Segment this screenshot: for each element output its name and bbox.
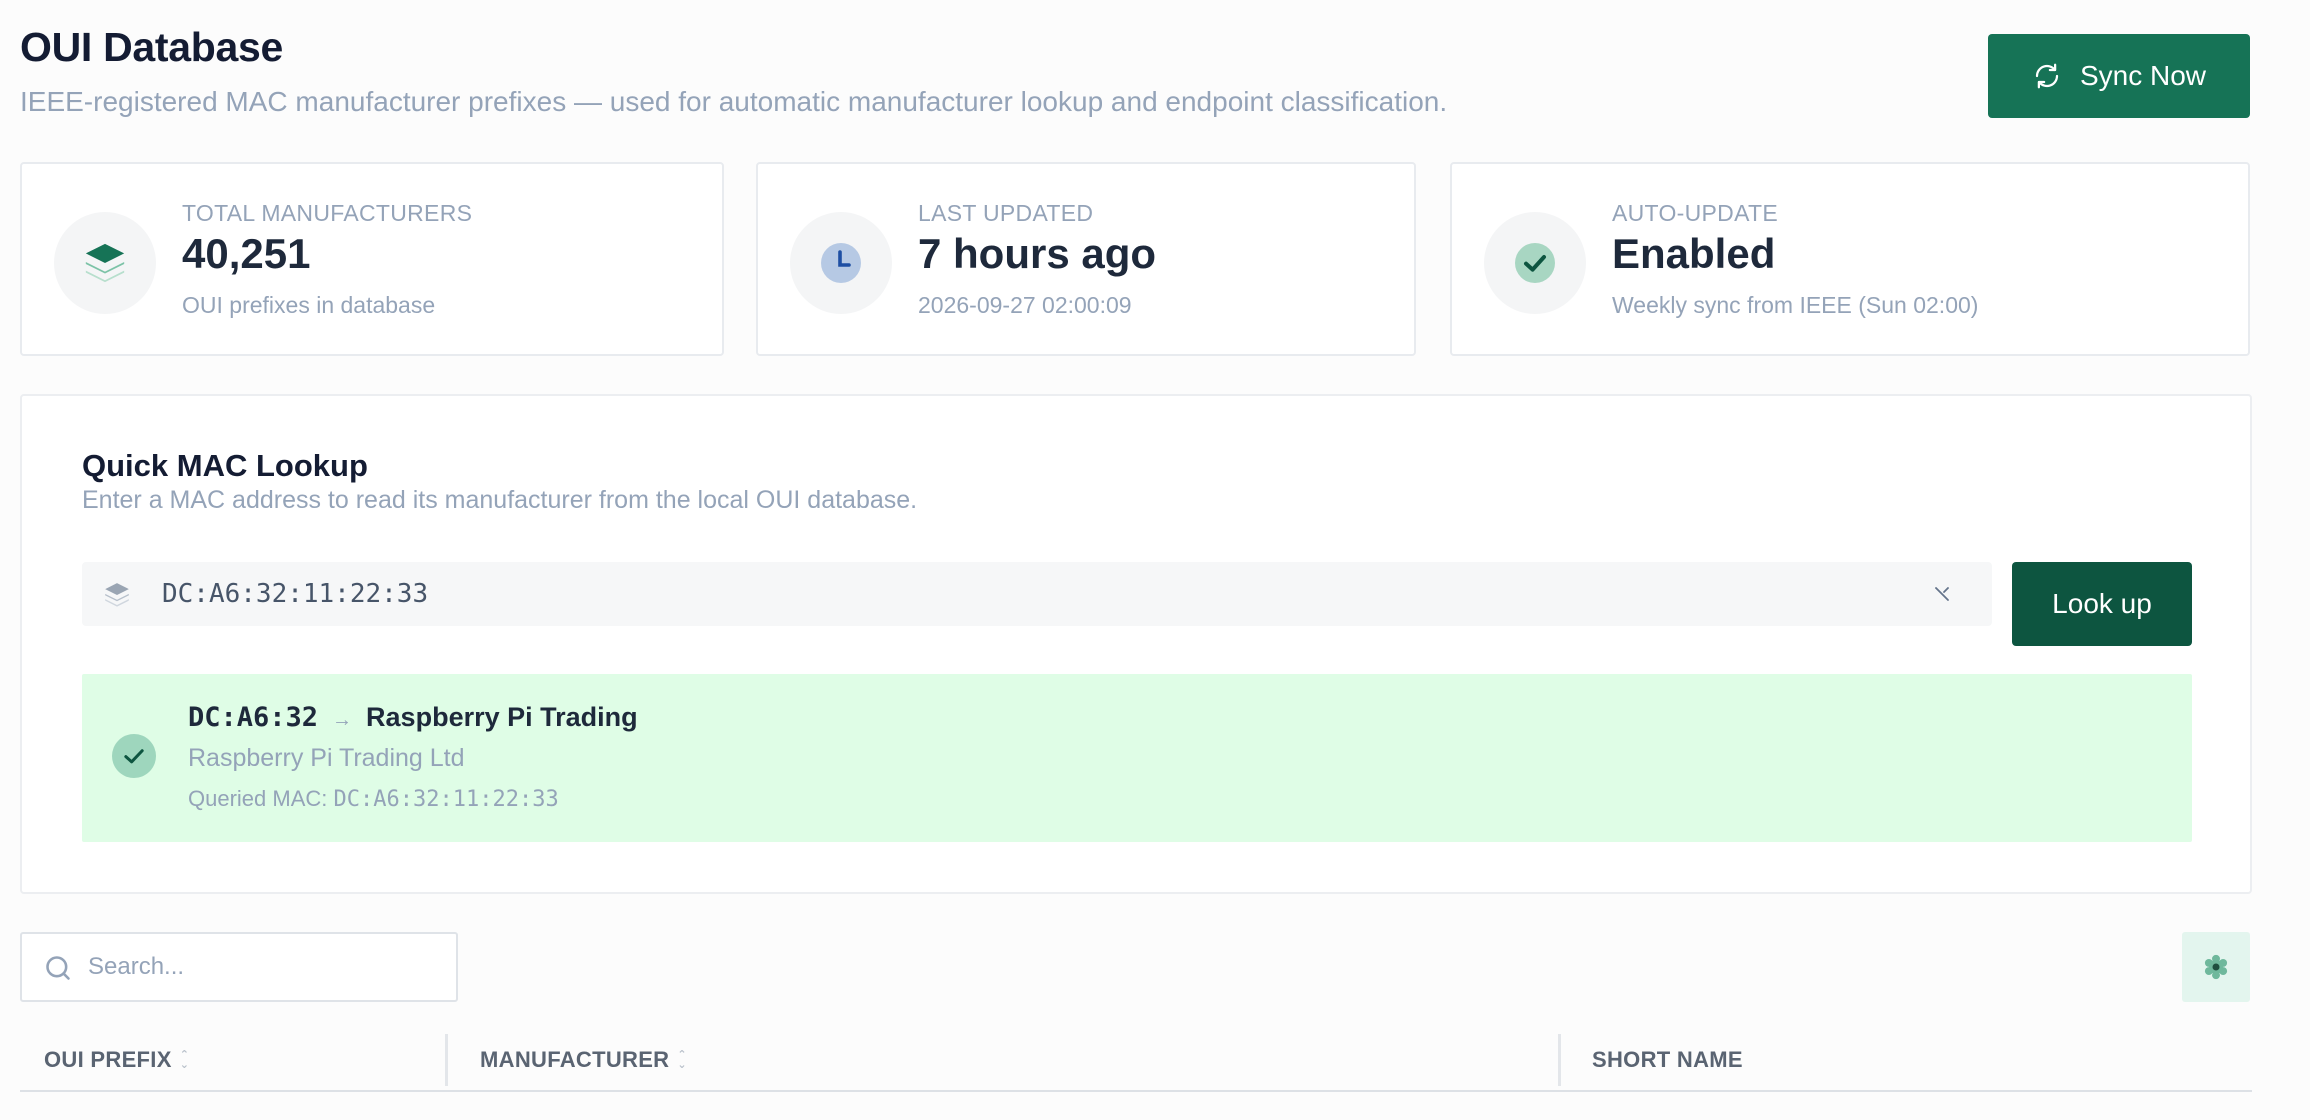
column-label: MANUFACTURER: [480, 1047, 670, 1072]
sync-now-label: Sync Now: [2079, 60, 2207, 91]
stat-label: TOTAL MANUFACTURERS: [182, 200, 473, 226]
sort-icon: ⌃ ⌄: [179, 1049, 190, 1071]
column-divider[interactable]: [1558, 1034, 1561, 1086]
search-input[interactable]: [88, 934, 448, 1000]
sort-icon: ⌃ ⌄: [677, 1049, 687, 1071]
gear-icon: [2204, 954, 2228, 980]
stat-label: LAST UPDATED: [918, 200, 1094, 226]
refresh-icon: [2035, 63, 2059, 89]
stat-value: 40,251: [182, 230, 311, 277]
stat-sub: 2026-09-27 02:00:09: [918, 292, 1132, 318]
lookup-title: Quick MAC Lookup: [82, 448, 368, 483]
stat-sub: OUI prefixes in database: [182, 292, 436, 318]
mac-input-wrapper: [82, 562, 1992, 626]
queried-mac-value: DC:A6:32:11:22:33: [333, 787, 559, 812]
search-icon: [46, 956, 70, 980]
stat-label: AUTO-UPDATE: [1612, 200, 1779, 226]
clock-icon: [790, 212, 892, 314]
result-full-name: Raspberry Pi Trading Ltd: [188, 744, 465, 772]
lookup-subtitle: Enter a MAC address to read its manufact…: [82, 486, 918, 514]
layers-icon: [54, 212, 156, 314]
clear-icon[interactable]: [1932, 584, 1952, 604]
result-heading: DC:A6:32 → Raspberry Pi Trading: [188, 702, 638, 733]
column-header-short-name[interactable]: SHORT NAME: [1592, 1030, 1743, 1090]
table-header: OUI PREFIX ⌃ ⌄ MANUFACTURER ⌃ ⌄ SHORT NAME: [20, 1030, 2252, 1092]
column-header-manufacturer[interactable]: MANUFACTURER ⌃ ⌄: [480, 1030, 687, 1090]
column-divider[interactable]: [445, 1034, 448, 1086]
stat-value: 7 hours ago: [918, 230, 1157, 277]
page-title: OUI Database: [20, 24, 284, 70]
stat-value: Enabled: [1612, 230, 1776, 277]
sync-now-button[interactable]: Sync Now: [1988, 34, 2250, 118]
check-circle-icon: [1484, 212, 1586, 314]
column-label: OUI PREFIX: [44, 1047, 172, 1072]
check-circle-icon: [112, 734, 156, 778]
look-up-button[interactable]: Look up: [2012, 562, 2192, 646]
search-box: [20, 932, 458, 1002]
column-header-oui-prefix[interactable]: OUI PREFIX ⌃ ⌄: [44, 1030, 189, 1090]
stat-card-last-updated: LAST UPDATED 7 hours ago 2026-09-27 02:0…: [756, 162, 1416, 356]
result-queried-mac: Queried MAC: DC:A6:32:11:22:33: [188, 786, 559, 812]
result-oui-prefix: DC:A6:32: [188, 702, 319, 733]
result-short-name: Raspberry Pi Trading: [366, 702, 638, 732]
page-subtitle: IEEE-registered MAC manufacturer prefixe…: [20, 86, 1448, 117]
column-settings-button[interactable]: [2182, 932, 2250, 1002]
queried-label: Queried MAC:: [188, 786, 328, 811]
stat-card-auto-update: AUTO-UPDATE Enabled Weekly sync from IEE…: [1450, 162, 2250, 356]
arrow-right-icon: →: [332, 709, 353, 731]
layers-icon: [105, 583, 129, 607]
quick-mac-lookup-panel: Quick MAC Lookup Enter a MAC address to …: [20, 394, 2252, 894]
lookup-result: DC:A6:32 → Raspberry Pi Trading Raspberr…: [82, 674, 2192, 842]
stat-sub: Weekly sync from IEEE (Sun 02:00): [1612, 292, 1979, 318]
column-label: SHORT NAME: [1592, 1047, 1743, 1072]
mac-address-input[interactable]: [162, 562, 1902, 626]
stat-card-total-manufacturers: TOTAL MANUFACTURERS 40,251 OUI prefixes …: [20, 162, 724, 356]
